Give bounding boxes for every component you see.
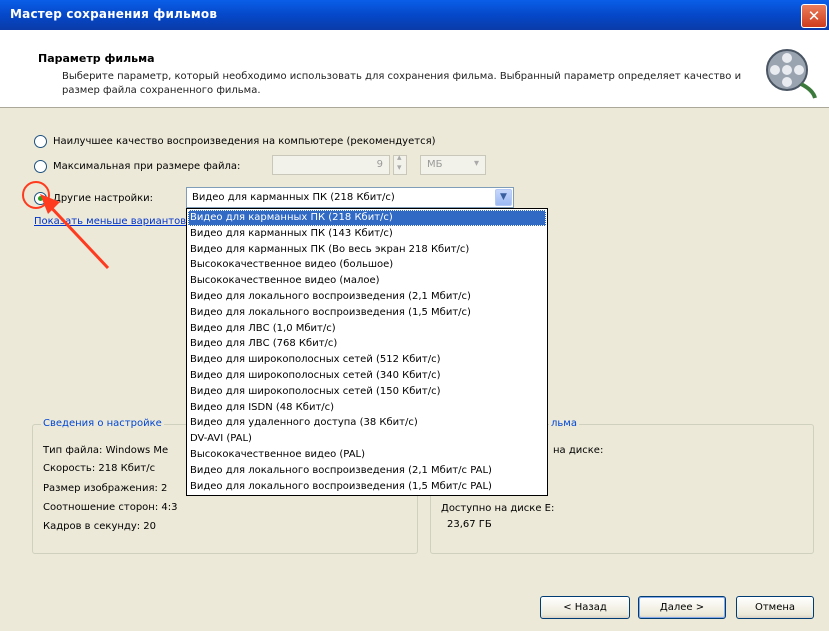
max-size-input[interactable]: 9 xyxy=(272,155,390,175)
close-icon: ✕ xyxy=(807,7,821,25)
page-title: Параметр фильма xyxy=(38,52,155,65)
option-best-quality[interactable]: Наилучшее качество воспроизведения на ко… xyxy=(34,132,436,150)
window-title: Мастер сохранения фильмов xyxy=(10,7,218,21)
aspect-ratio-text: Соотношение сторон: 4:3 xyxy=(43,502,178,513)
available-label: Доступно на диске E: xyxy=(441,503,555,514)
dropdown-item[interactable]: Видео для локального воспроизведения (1,… xyxy=(188,305,546,321)
max-size-spinner[interactable] xyxy=(393,153,407,175)
dropdown-item[interactable]: Высококачественное видео (PAL) xyxy=(188,447,546,463)
dropdown-item[interactable]: Видео для удаленного доступа (38 Кбит/с) xyxy=(188,415,546,431)
dropdown-item[interactable]: Видео для локального воспроизведения (2,… xyxy=(188,463,546,479)
dropdown-item[interactable]: DV-AVI (PAL) xyxy=(188,431,546,447)
radio-max-size[interactable] xyxy=(34,159,47,173)
available-value: 23,67 ГБ xyxy=(447,519,492,530)
settings-info-legend: Сведения о настройке xyxy=(41,418,164,429)
wizard-header: Параметр фильма Выберите параметр, котор… xyxy=(0,30,829,108)
option-best-quality-label: Наилучшее качество воспроизведения на ко… xyxy=(53,135,436,147)
dropdown-item[interactable]: Видео для локального воспроизведения (2,… xyxy=(188,289,546,305)
file-type-text: Тип файла: Windows Me xyxy=(43,445,169,456)
page-description: Выберите параметр, который необходимо ис… xyxy=(62,71,742,96)
dropdown-item[interactable]: Видео для карманных ПК (Во весь экран 21… xyxy=(188,242,546,258)
other-settings-combo[interactable]: Видео для карманных ПК (218 Кбит/с) ▼ xyxy=(186,187,514,208)
dropdown-item[interactable]: Высококачественное видео (малое) xyxy=(188,273,546,289)
image-size-text: Размер изображения: 2 xyxy=(43,483,168,494)
fps-text: Кадров в секунду: 20 xyxy=(43,521,157,532)
dropdown-item[interactable]: Видео для широкополосных сетей (512 Кбит… xyxy=(188,352,546,368)
disk-size-text: на диске: xyxy=(553,445,604,456)
file-size-legend: льма xyxy=(549,418,579,429)
combo-value: Видео для карманных ПК (218 Кбит/с) xyxy=(192,192,395,203)
dropdown-item[interactable]: Видео для широкополосных сетей (150 Кбит… xyxy=(188,384,546,400)
dropdown-item[interactable]: Видео для ЛВС (1,0 Мбит/с) xyxy=(188,321,546,337)
back-button[interactable]: < Назад xyxy=(540,596,630,619)
dropdown-item[interactable]: Видео для карманных ПК (143 Кбит/с) xyxy=(188,226,546,242)
next-button[interactable]: Далее > xyxy=(638,596,726,619)
speed-text: Скорость: 218 Кбит/с xyxy=(43,463,156,474)
option-max-size[interactable]: Максимальная при размере файла: xyxy=(34,157,240,175)
chevron-down-icon[interactable]: ▼ xyxy=(495,189,512,206)
close-button[interactable]: ✕ xyxy=(801,4,827,28)
dropdown-item[interactable]: Видео для ISDN (48 Кбит/с) xyxy=(188,400,546,416)
size-unit-select[interactable]: МБ xyxy=(420,155,486,175)
dropdown-item[interactable]: Видео для локального воспроизведения (1,… xyxy=(188,479,546,495)
annotation-arrow-icon xyxy=(40,194,110,270)
cancel-button[interactable]: Отмена xyxy=(736,596,814,619)
film-reel-icon xyxy=(766,49,817,99)
title-bar: Мастер сохранения фильмов ✕ xyxy=(0,0,829,30)
size-unit-value: МБ xyxy=(427,159,443,170)
dropdown-item[interactable]: Видео для ЛВС (768 Кбит/с) xyxy=(188,336,546,352)
dropdown-item[interactable]: Высококачественное видео (большое) xyxy=(188,257,546,273)
dropdown-item[interactable]: Видео для карманных ПК (218 Кбит/с) xyxy=(188,210,546,226)
dropdown-item[interactable]: Видео для широкополосных сетей (340 Кбит… xyxy=(188,368,546,384)
radio-best-quality[interactable] xyxy=(34,134,47,148)
option-max-size-label: Максимальная при размере файла: xyxy=(53,160,241,172)
settings-dropdown-list[interactable]: Видео для карманных ПК (218 Кбит/с) Видео… xyxy=(186,208,548,496)
